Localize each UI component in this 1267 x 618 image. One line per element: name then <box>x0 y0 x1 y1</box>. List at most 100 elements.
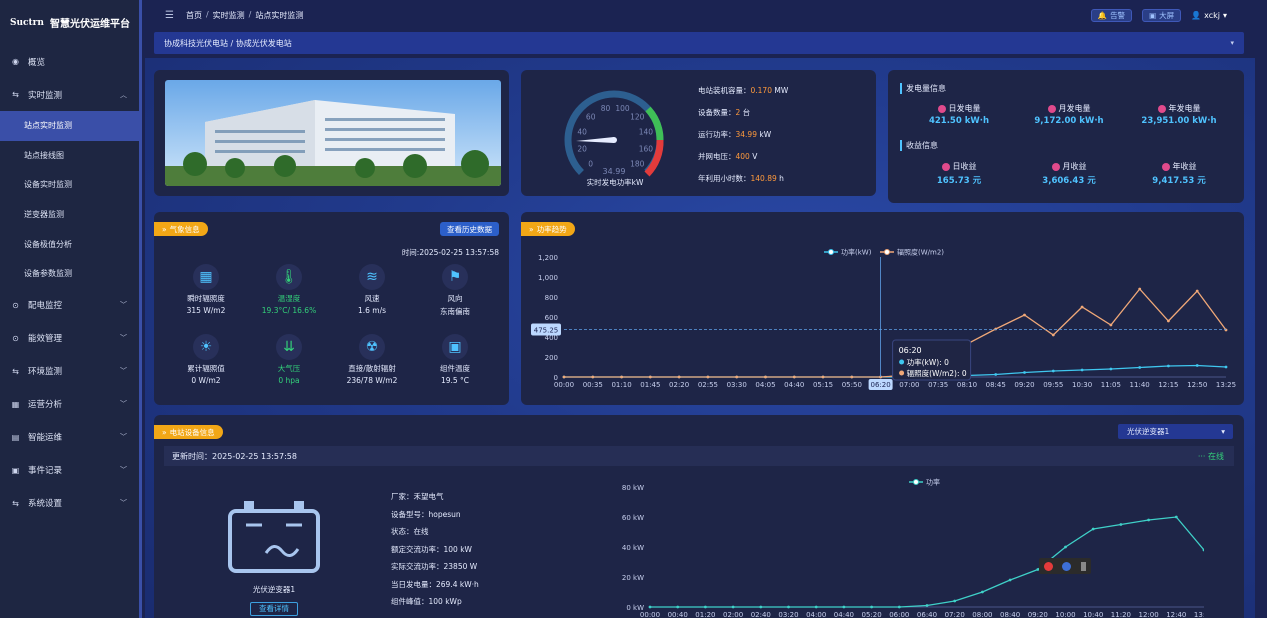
x-tick-label: 01:45 <box>640 381 660 389</box>
gauge-value: 34.99 <box>603 167 626 176</box>
legend-marker <box>913 479 919 485</box>
weather-value: 东南偏南 <box>440 307 470 316</box>
sidebar-subitem[interactable]: 设备实时监测 <box>0 170 139 200</box>
x-tick-label: 08:45 <box>986 381 1006 389</box>
x-tick-label: 11:20 <box>1111 611 1131 618</box>
x-tick-label: 05:15 <box>813 381 833 389</box>
menu-toggle-icon[interactable]: ☰ <box>165 10 174 21</box>
sidebar-item-env[interactable]: ⇆ 环境监测 ﹀ <box>0 355 139 388</box>
chevron-down-icon: ﹀ <box>120 367 127 376</box>
data-point <box>1080 305 1084 309</box>
data-point <box>953 599 957 603</box>
x-tick-label: 10:40 <box>1083 611 1103 618</box>
breadcrumb-home[interactable]: 首页 <box>186 10 202 21</box>
sidebar-subitem[interactable]: 逆变器监测 <box>0 200 139 230</box>
data-point <box>1224 365 1228 369</box>
sidebar-subitem[interactable]: 站点接线图 <box>0 141 139 171</box>
capacity-info: 电站装机容量：0.170 MW <box>698 86 789 95</box>
legend-label: 功率(kW) <box>841 248 872 257</box>
sidebar-subitem[interactable]: 站点实时监测 <box>0 111 139 141</box>
station-photo <box>165 80 501 186</box>
analysis-icon: ▦ <box>11 399 20 409</box>
sidebar-item-label: 实时监测 <box>28 90 63 101</box>
sidebar-item-monitor[interactable]: ⇆ 实时监测 ︿ <box>0 78 139 111</box>
x-tick-label: 10:00 <box>1055 611 1075 618</box>
x-tick-label: 04:05 <box>755 381 775 389</box>
weather-label: 风向 <box>447 294 463 303</box>
floating-toolbar[interactable] <box>1039 558 1091 574</box>
sidebar-item-label: 概览 <box>28 57 46 68</box>
chevron-down-icon: ▾ <box>1221 427 1225 436</box>
data-point <box>1195 364 1199 367</box>
x-tick-label: 09:55 <box>1043 381 1063 389</box>
pressure-icon: ⇊ <box>276 334 302 360</box>
power-trend-panel: » 功率趋势 0 200 400 600 800 1,000 1,200 00:00 00:35 0… <box>521 212 1244 405</box>
station-name: 协成科技光伏电站 / 协成光伏发电站 <box>164 38 292 48</box>
x-tick-label: 02:20 <box>669 381 689 389</box>
tooltip-irradiance: 辐照度(W/m2): 0 <box>907 368 967 378</box>
chevron-down-icon: ▾ <box>1222 11 1227 20</box>
sidebar-item-energy[interactable]: ⊙ 能效管理 ﹀ <box>0 322 139 355</box>
sidebar-item-settings[interactable]: ⇆ 系统设置 ﹀ <box>0 487 139 520</box>
x-tick-label: 02:40 <box>751 611 771 618</box>
crosshair-x-label: 06:20 <box>871 381 891 389</box>
input-method-icon[interactable] <box>1043 561 1053 571</box>
sidebar-item-analysis[interactable]: ▦ 运营分析 ﹀ <box>0 388 139 421</box>
data-point <box>1080 368 1084 372</box>
breadcrumb-monitor[interactable]: 实时监测 <box>213 10 245 21</box>
toolbar-more-icon[interactable] <box>1081 561 1087 571</box>
sidebar-subitem[interactable]: 设备参数监测 <box>0 259 139 289</box>
sidebar-item-label: 运营分析 <box>28 400 63 411</box>
weather-tag: » 气象信息 <box>154 222 208 236</box>
x-tick-label: 00:40 <box>668 611 688 618</box>
user-menu[interactable]: 👤 xckj ▾ <box>1191 11 1227 20</box>
gauge-tick-label: 160 <box>639 145 654 154</box>
weather-cell: ☢ 直接/散射辐射 236/78 W/m2 <box>332 334 412 385</box>
device-name: 光伏逆变器1 <box>252 585 296 594</box>
y-tick-label: 1,200 <box>538 254 558 262</box>
wind-vane-icon: ⚑ <box>442 264 468 290</box>
x-tick-label: 08:10 <box>957 381 977 389</box>
sidebar-item-label: 系统设置 <box>28 499 63 510</box>
x-tick-label: 01:10 <box>611 381 631 389</box>
breadcrumb: 首页 / 实时监测 / 站点实时监测 <box>185 9 304 21</box>
power-gauge: 020 40 60 80 100120 140 160 180 34.99 <box>564 90 664 184</box>
x-tick-label: 08:00 <box>972 611 992 618</box>
sidebar-item-dashboard[interactable]: ◉ 概览 <box>0 45 139 78</box>
x-tick-label: 07:00 <box>899 381 919 389</box>
view-detail-button[interactable]: 查看详情 <box>250 602 298 616</box>
weather-label: 风速 <box>364 294 380 303</box>
legend-marker <box>884 249 890 255</box>
stats-panel: 发电量信息 日发电量 421.50 kW·h 月发电量 9,172.00 kW·h … <box>888 70 1244 203</box>
tooltip-time: 06:20 <box>899 346 922 355</box>
legend-marker <box>828 249 834 255</box>
alarm-button[interactable]: 🔔 告警 <box>1090 9 1133 22</box>
bigscreen-button[interactable]: ▣ 大屏 <box>1142 9 1182 22</box>
sidebar-item-maintenance[interactable]: ▤ 智能运维 ﹀ <box>0 421 139 454</box>
weather-cell: 🌡 温湿度 19.3°C/ 16.6% <box>249 264 329 315</box>
data-point <box>814 605 818 609</box>
data-point <box>1138 287 1142 291</box>
stat-day-income: 日收益 165.73 元 <box>936 162 982 186</box>
history-data-button[interactable]: 查看历史数据 <box>440 222 499 236</box>
sidebar-item-power[interactable]: ⊙ 配电监控 ﹀ <box>0 289 139 322</box>
data-point <box>842 605 846 609</box>
sidebar-item-event[interactable]: ▣ 事件记录 ﹀ <box>0 454 139 487</box>
x-tick-label: 06:00 <box>889 611 909 618</box>
weather-cell: ▦ 瞬时辐照度 315 W/m2 <box>166 264 246 315</box>
devices-info: 设备数量：2 台 <box>698 108 751 117</box>
sidebar-item-label: 事件记录 <box>28 466 63 477</box>
x-tick-label: 01:20 <box>695 611 715 618</box>
power-info: 运行功率：34.99 kW <box>698 130 772 139</box>
stat-month-gen: 月发电量 9,172.00 kW·h <box>1034 104 1104 126</box>
gauge-label: 实时发电功率kW <box>586 178 644 187</box>
station-selector[interactable]: 协成科技光伏电站 / 协成光伏发电站 ▾ <box>154 32 1244 54</box>
chevron-down-icon: ﹀ <box>120 400 127 409</box>
x-tick-label: 11:05 <box>1101 381 1121 389</box>
help-icon[interactable] <box>1062 561 1072 571</box>
hours-info: 年利用小时数：140.89 h <box>698 174 784 183</box>
data-point <box>1023 313 1026 317</box>
sidebar-subitem[interactable]: 设备极值分析 <box>0 229 139 259</box>
gen-icon <box>1047 104 1056 113</box>
x-tick-label: 03:30 <box>727 381 747 389</box>
